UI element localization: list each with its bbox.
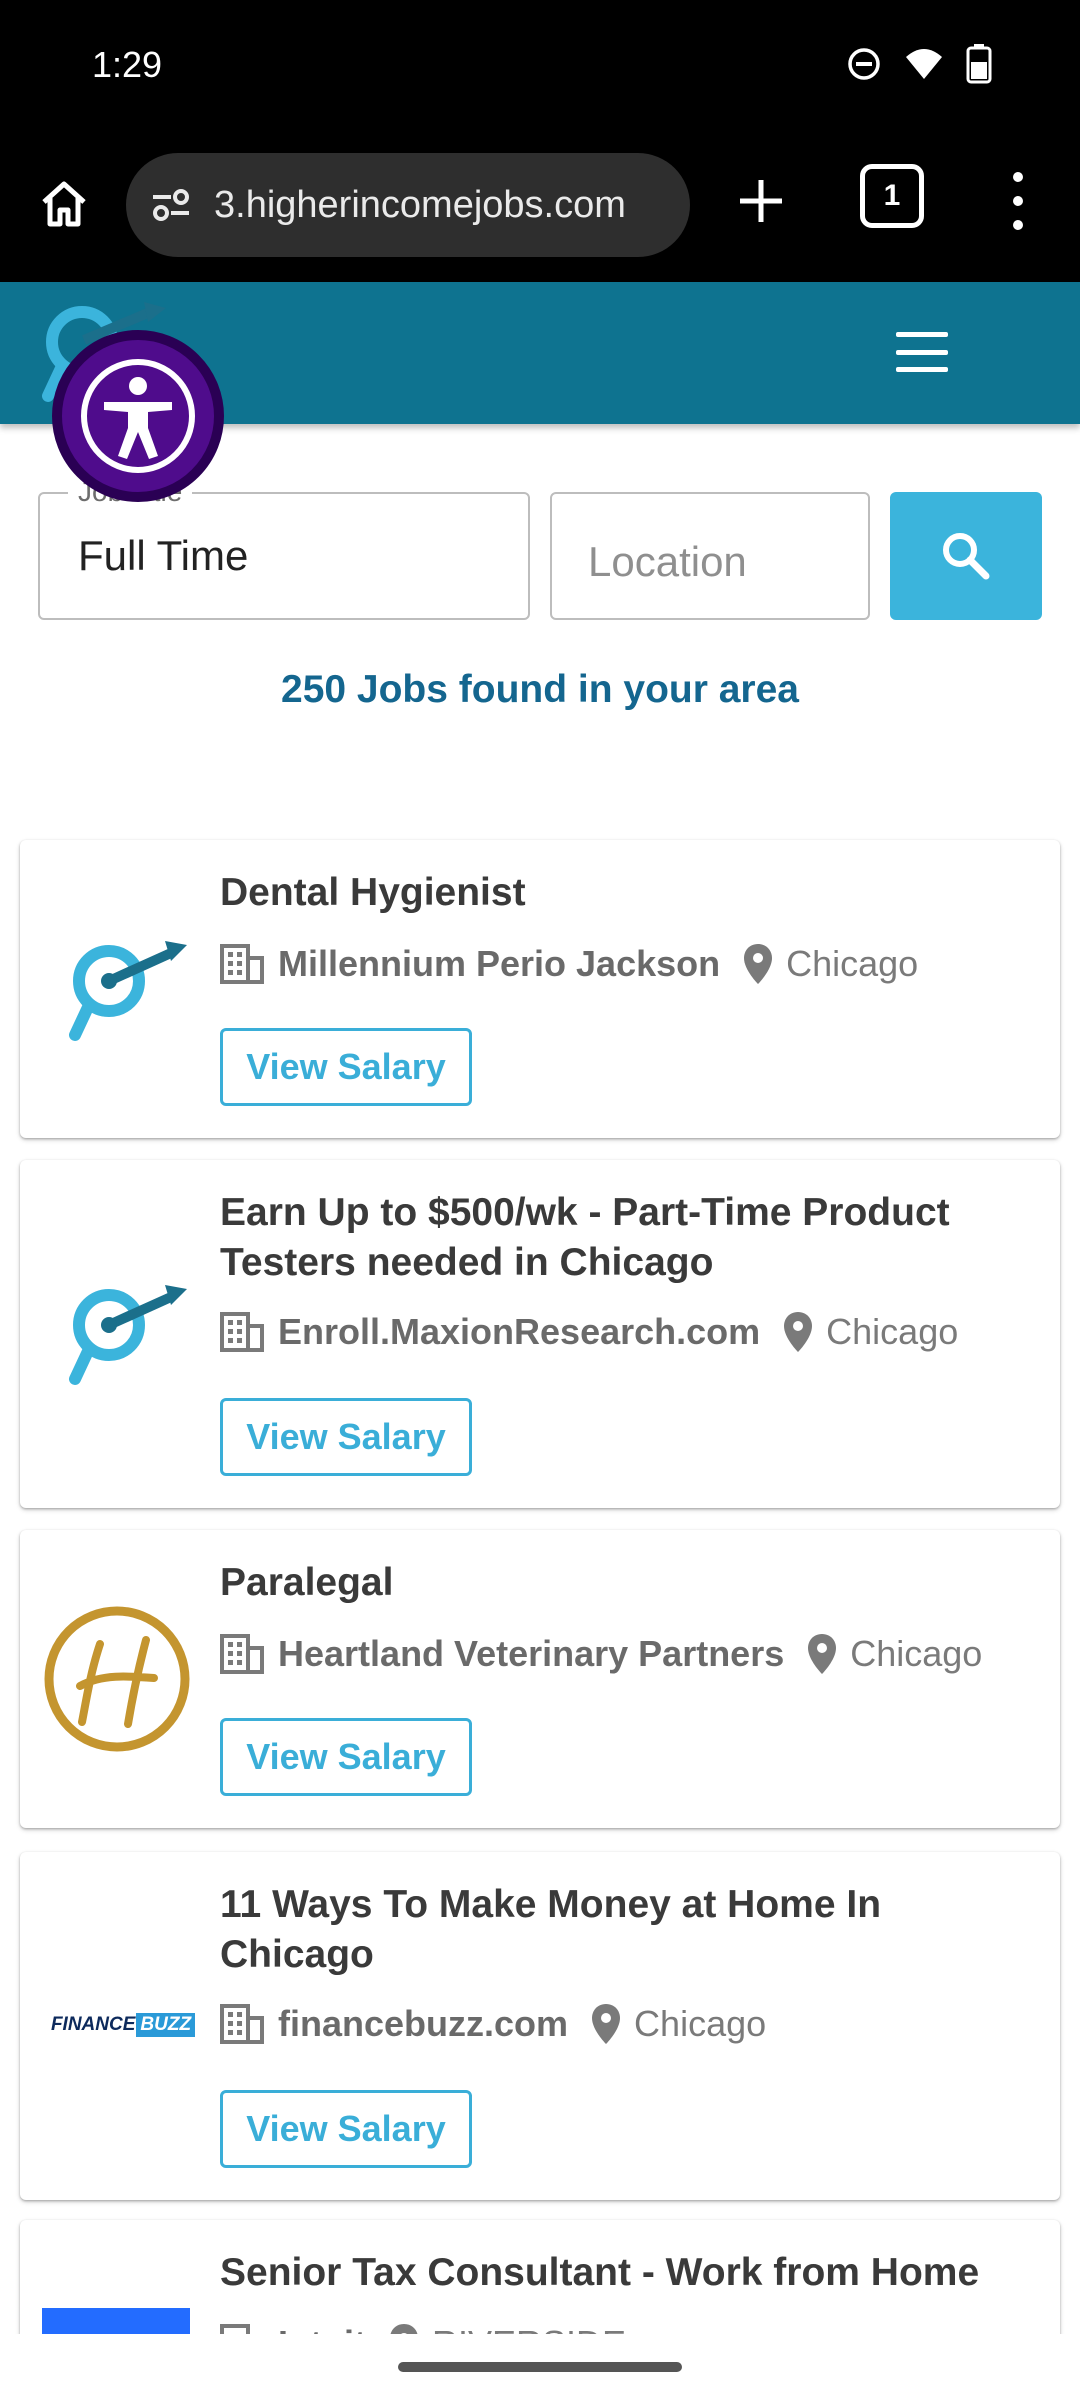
status-time: 1:29 <box>92 44 163 85</box>
job-meta: Heartland Veterinary Partners Chicago <box>220 1632 982 1676</box>
new-tab-button[interactable] <box>726 166 796 236</box>
accessibility-icon <box>81 359 195 473</box>
location-pin-icon <box>806 1632 838 1676</box>
building-icon <box>220 1312 264 1352</box>
location-pin-icon <box>388 2322 420 2334</box>
job-meta: Enroll.MaxionResearch.com Chicago <box>220 1310 958 1354</box>
building-icon <box>220 2324 250 2334</box>
hamburger-line <box>896 349 948 355</box>
menu-dot <box>1013 172 1023 182</box>
job-title-field[interactable]: Job Title <box>38 476 530 620</box>
financebuzz-logo-badge: BUZZ <box>136 2013 196 2037</box>
company-name: Intuit <box>278 2323 366 2334</box>
job-meta: Intuit RIVERSIDE <box>220 2322 626 2334</box>
job-city: Chicago <box>634 2003 767 2044</box>
accessibility-button[interactable] <box>52 330 224 502</box>
site-settings-icon[interactable] <box>146 180 196 230</box>
job-title[interactable]: 11 Ways To Make Money at Home In Chicago <box>220 1880 1030 1980</box>
view-salary-button[interactable]: View Salary <box>220 2090 472 2168</box>
tab-switcher-button[interactable]: 1 <box>860 164 924 228</box>
hamburger-line <box>896 332 948 337</box>
hamburger-line <box>896 367 948 372</box>
location-pin-icon <box>742 942 774 986</box>
job-city: Chicago <box>786 943 919 984</box>
company-name: Millennium Perio Jackson <box>278 943 721 984</box>
building-icon <box>220 2004 264 2044</box>
job-card[interactable]: Dental Hygienist Millennium Perio Jackso… <box>20 840 1060 1138</box>
job-list-clip: Senior Tax Consultant - Work from Home I… <box>0 2210 1080 2334</box>
building-icon <box>220 1634 264 1674</box>
hamburger-menu-button[interactable] <box>896 332 948 372</box>
menu-dot <box>1013 220 1023 230</box>
dnd-icon <box>848 48 880 80</box>
job-meta: financebuzz.com Chicago <box>220 2002 766 2046</box>
search-icon <box>943 533 990 580</box>
view-salary-button[interactable]: View Salary <box>220 1398 472 1476</box>
view-salary-button[interactable]: View Salary <box>220 1718 472 1796</box>
home-button[interactable] <box>30 170 98 238</box>
job-card[interactable]: Earn Up to $500/wk - Part-Time Product T… <box>20 1160 1060 1508</box>
job-title[interactable]: Paralegal <box>220 1558 1030 1608</box>
search-form: Job Title <box>0 476 1080 640</box>
location-pin-icon <box>590 2002 622 2046</box>
company-name: Enroll.MaxionResearch.com <box>278 1311 761 1352</box>
view-salary-button[interactable]: View Salary <box>220 1028 472 1106</box>
job-card[interactable]: Senior Tax Consultant - Work from Home I… <box>20 2220 1060 2334</box>
location-field[interactable] <box>550 492 870 620</box>
job-title[interactable]: Earn Up to $500/wk - Part-Time Product T… <box>220 1188 1030 1288</box>
company-name: Heartland Veterinary Partners <box>278 1633 785 1674</box>
job-meta: Millennium Perio Jackson Chicago <box>220 942 918 986</box>
location-pin-icon <box>782 1310 814 1354</box>
heartland-h-logo <box>38 1600 196 1758</box>
address-bar[interactable]: 3.higherincomejobs.com <box>126 153 690 257</box>
browser-toolbar: 3.higherincomejobs.com 1 <box>0 140 1080 282</box>
financebuzz-logo: FINANCE BUZZ <box>38 1946 208 2104</box>
status-icons <box>846 44 992 84</box>
job-title-input[interactable] <box>40 494 528 618</box>
building-icon <box>220 944 264 984</box>
menu-dot <box>1013 196 1023 206</box>
financebuzz-logo-text: FINANCE <box>50 2014 136 2035</box>
search-button[interactable] <box>890 492 1042 620</box>
job-card[interactable]: Paralegal Heartland Veterinary Partners … <box>20 1530 1060 1828</box>
intuit-logo <box>42 2308 190 2334</box>
company-name: financebuzz.com <box>278 2003 569 2044</box>
results-count: 250 Jobs found in your area <box>281 668 799 711</box>
job-city: RIVERSIDE <box>432 2323 626 2334</box>
location-input[interactable] <box>552 494 868 618</box>
more-menu-button[interactable] <box>1000 166 1036 236</box>
home-icon <box>42 181 86 227</box>
url-text: 3.higherincomejobs.com <box>214 183 626 226</box>
target-magnifier-icon <box>38 1254 196 1412</box>
plus-icon <box>740 180 782 222</box>
job-city: Chicago <box>826 1311 959 1352</box>
target-magnifier-icon <box>38 910 196 1068</box>
battery-icon <box>966 44 992 84</box>
job-city: Chicago <box>850 1633 983 1674</box>
wifi-icon <box>906 49 942 79</box>
status-bar: 1:29 <box>0 0 1080 140</box>
job-card[interactable]: FINANCE BUZZ 11 Ways To Make Money at Ho… <box>20 1852 1060 2200</box>
gesture-nav-handle[interactable] <box>398 2362 682 2372</box>
job-title[interactable]: Dental Hygienist <box>220 868 1030 918</box>
job-title[interactable]: Senior Tax Consultant - Work from Home <box>220 2248 1030 2298</box>
